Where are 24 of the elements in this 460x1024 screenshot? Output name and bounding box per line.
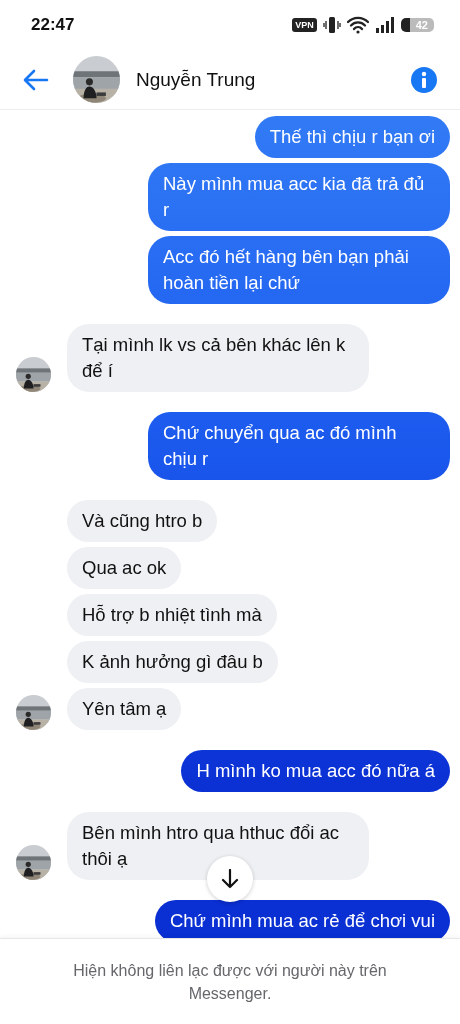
message-bubble: Acc đó hết hàng bên bạn phải hoàn tiền lại chứ xyxy=(148,236,450,304)
info-icon[interactable] xyxy=(410,65,438,94)
vibrate-icon xyxy=(322,16,341,34)
message-bubble: K ảnh hưởng gì đâu b xyxy=(67,641,278,683)
message-bubble: Bên mình htro qua hthuc đổi ac thôi ạ xyxy=(67,812,369,880)
clock-time: 22:47 xyxy=(31,15,75,35)
message-bubble: Hỗ trợ b nhiệt tình mà xyxy=(67,594,277,636)
message-bubble: Thế thì chịu r bạn ơi xyxy=(254,116,450,158)
down-arrow-icon xyxy=(221,869,239,889)
back-arrow-icon[interactable] xyxy=(23,68,49,91)
message-bubble: Tại mình lk vs cả bên khác lên k để í xyxy=(67,324,369,392)
message-bubble: H mình ko mua acc đó nữa á xyxy=(181,750,450,792)
message-bubble: Yên tâm ạ xyxy=(67,688,182,730)
message-bubble: Qua ac ok xyxy=(67,547,182,589)
message-bubble: Này mình mua acc kia đã trả đủ r xyxy=(148,163,450,231)
signal-icon xyxy=(374,16,395,34)
vpn-badge: VPN xyxy=(292,18,317,32)
message-bubble: Và cũng htro b xyxy=(67,500,218,542)
wifi-icon xyxy=(346,16,369,34)
message-bubble: Chứ mình mua ac rẻ để chơi vui xyxy=(154,900,450,938)
contact-name[interactable]: Nguyễn Trung xyxy=(136,68,410,91)
message-bubble: Chứ chuyển qua ac đó mình chịu r xyxy=(148,412,450,480)
battery-icon: 42 xyxy=(400,18,434,32)
unavailable-notice: Hiện không liên lạc được với người này trên Messenger. xyxy=(72,961,388,1004)
